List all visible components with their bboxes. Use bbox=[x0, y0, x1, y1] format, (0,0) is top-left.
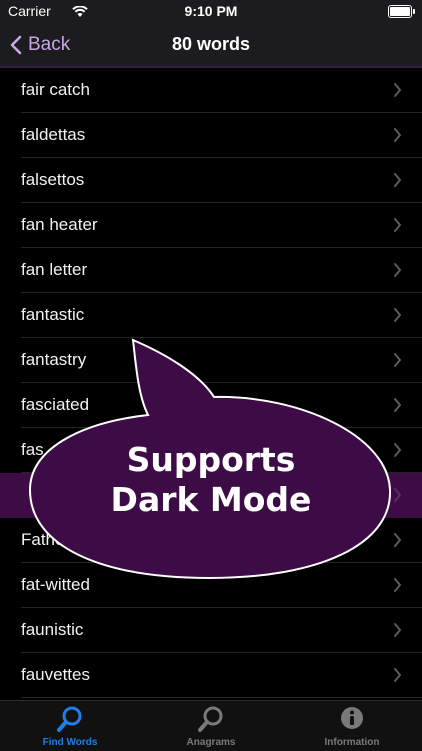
overlay-line-1: Supports bbox=[126, 440, 296, 479]
chevron-right-icon bbox=[394, 533, 402, 547]
word-label: fauvettes bbox=[21, 665, 90, 684]
chevron-right-icon bbox=[394, 623, 402, 637]
tab-label: Anagrams bbox=[186, 737, 236, 748]
chevron-right-icon bbox=[394, 83, 402, 97]
tab-find-words[interactable]: Find Words bbox=[0, 705, 140, 748]
chevron-right-icon bbox=[394, 353, 402, 367]
word-label: falsettos bbox=[21, 170, 85, 189]
word-row[interactable]: fauvettes bbox=[21, 653, 422, 698]
word-label: fan letter bbox=[21, 260, 88, 279]
word-label: fair catch bbox=[21, 80, 90, 99]
word-row[interactable]: fan heater bbox=[21, 203, 422, 248]
chevron-right-icon bbox=[394, 578, 402, 592]
word-row[interactable]: falsettos bbox=[21, 158, 422, 203]
tab-label: Information bbox=[324, 737, 380, 748]
word-row[interactable]: fan letter bbox=[21, 248, 422, 293]
overlay-caption: Supports Dark Mode bbox=[30, 440, 392, 520]
tab-label: Find Words bbox=[42, 737, 98, 748]
chevron-right-icon bbox=[394, 308, 402, 322]
status-bar: Carrier 9:10 PM bbox=[0, 0, 422, 24]
chevron-right-icon bbox=[394, 128, 402, 142]
word-label: fan heater bbox=[21, 215, 98, 234]
navigation-bar: Back 80 words bbox=[0, 24, 422, 68]
chevron-right-icon bbox=[394, 398, 402, 412]
chevron-right-icon bbox=[394, 668, 402, 682]
magnifier-icon bbox=[57, 706, 82, 732]
word-row[interactable]: faunistic bbox=[21, 608, 422, 653]
chevron-right-icon bbox=[394, 263, 402, 277]
word-label: faldettas bbox=[21, 125, 86, 144]
chevron-right-icon bbox=[394, 443, 402, 457]
status-time: 9:10 PM bbox=[184, 3, 238, 19]
tab-anagrams[interactable]: Anagrams bbox=[141, 705, 281, 748]
tab-bar: Find Words Anagrams Information bbox=[0, 700, 422, 751]
word-row[interactable]: fair catch bbox=[21, 68, 422, 113]
page-title: 80 words bbox=[171, 34, 251, 54]
word-label: fantastic bbox=[21, 305, 85, 324]
tab-information[interactable]: Information bbox=[282, 705, 422, 748]
word-row[interactable]: fantastic bbox=[21, 293, 422, 338]
info-icon bbox=[341, 707, 363, 729]
word-label: faunistic bbox=[21, 620, 84, 639]
word-row[interactable]: faldettas bbox=[21, 113, 422, 158]
chevron-right-icon bbox=[394, 488, 402, 502]
chevron-right-icon bbox=[394, 218, 402, 232]
battery-icon bbox=[388, 5, 415, 18]
magnifier-icon bbox=[198, 706, 223, 732]
overlay-line-2: Dark Mode bbox=[110, 480, 312, 519]
chevron-right-icon bbox=[394, 173, 402, 187]
